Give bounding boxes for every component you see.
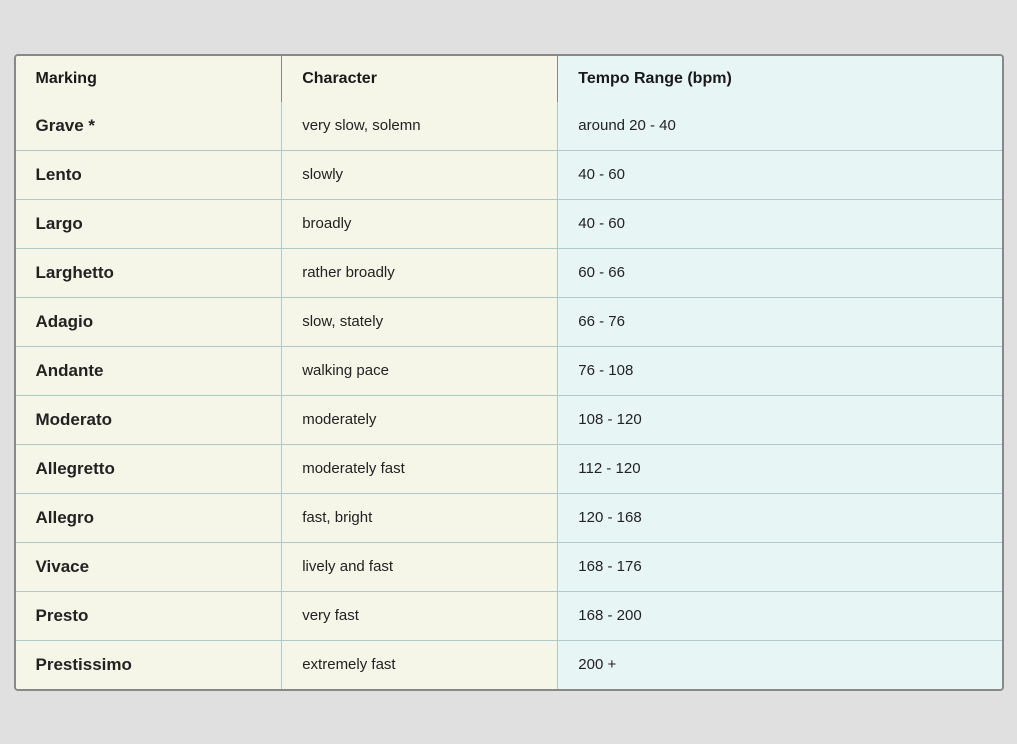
tempo-table-wrapper: Marking Character Tempo Range (bpm) Grav… — [14, 54, 1004, 691]
table-row: Vivace lively and fast168 - 176 — [16, 542, 1002, 591]
marking-label: Largo — [36, 214, 83, 233]
table-row: Presto very fast168 - 200 — [16, 591, 1002, 640]
cell-character: fast, bright — [282, 493, 558, 542]
marking-label: Presto — [36, 606, 89, 625]
cell-character: rather broadly — [282, 248, 558, 297]
cell-marking: Allegro — [16, 493, 282, 542]
marking-label: Larghetto — [36, 263, 114, 282]
table-row: Largo broadly40 - 60 — [16, 199, 1002, 248]
table-row: Prestissimo extremely fast200 + — [16, 640, 1002, 689]
table-row: Adagio slow, stately66 - 76 — [16, 297, 1002, 346]
cell-marking: Presto — [16, 591, 282, 640]
cell-marking: Largo — [16, 199, 282, 248]
marking-label: Andante — [36, 361, 104, 380]
cell-character: very slow, solemn — [282, 102, 558, 151]
marking-label: Lento — [36, 165, 82, 184]
cell-character: lively and fast — [282, 542, 558, 591]
table-row: Moderato moderately108 - 120 — [16, 395, 1002, 444]
marking-label: Grave * — [36, 116, 96, 135]
table-header-row: Marking Character Tempo Range (bpm) — [16, 56, 1002, 102]
cell-character: very fast — [282, 591, 558, 640]
cell-character: slow, stately — [282, 297, 558, 346]
cell-marking: Moderato — [16, 395, 282, 444]
table-row: Andante walking pace76 - 108 — [16, 346, 1002, 395]
cell-tempo: 168 - 176 — [558, 542, 1002, 591]
marking-label: Vivace — [36, 557, 90, 576]
cell-tempo: 108 - 120 — [558, 395, 1002, 444]
cell-tempo: 66 - 76 — [558, 297, 1002, 346]
cell-character: moderately fast — [282, 444, 558, 493]
tempo-table: Marking Character Tempo Range (bpm) Grav… — [16, 56, 1002, 689]
header-tempo: Tempo Range (bpm) — [558, 56, 1002, 102]
cell-marking: Allegretto — [16, 444, 282, 493]
header-marking: Marking — [16, 56, 282, 102]
cell-character: broadly — [282, 199, 558, 248]
marking-label: Allegro — [36, 508, 95, 527]
cell-tempo: 200 + — [558, 640, 1002, 689]
cell-marking: Grave * — [16, 102, 282, 151]
cell-character: walking pace — [282, 346, 558, 395]
cell-marking: Prestissimo — [16, 640, 282, 689]
cell-marking: Larghetto — [16, 248, 282, 297]
cell-marking: Andante — [16, 346, 282, 395]
marking-label: Allegretto — [36, 459, 115, 478]
cell-tempo: 112 - 120 — [558, 444, 1002, 493]
table-row: Allegretto moderately fast112 - 120 — [16, 444, 1002, 493]
cell-tempo: 40 - 60 — [558, 199, 1002, 248]
cell-marking: Vivace — [16, 542, 282, 591]
marking-label: Prestissimo — [36, 655, 132, 674]
table-row: Grave * very slow, solemnaround 20 - 40 — [16, 102, 1002, 151]
table-row: Larghetto rather broadly60 - 66 — [16, 248, 1002, 297]
cell-character: moderately — [282, 395, 558, 444]
cell-tempo: 40 - 60 — [558, 150, 1002, 199]
cell-tempo: 168 - 200 — [558, 591, 1002, 640]
table-row: Allegro fast, bright120 - 168 — [16, 493, 1002, 542]
cell-tempo: around 20 - 40 — [558, 102, 1002, 151]
table-row: Lento slowly40 - 60 — [16, 150, 1002, 199]
cell-marking: Adagio — [16, 297, 282, 346]
cell-character: extremely fast — [282, 640, 558, 689]
cell-tempo: 60 - 66 — [558, 248, 1002, 297]
cell-marking: Lento — [16, 150, 282, 199]
marking-label: Adagio — [36, 312, 94, 331]
cell-tempo: 76 - 108 — [558, 346, 1002, 395]
cell-tempo: 120 - 168 — [558, 493, 1002, 542]
cell-character: slowly — [282, 150, 558, 199]
header-character: Character — [282, 56, 558, 102]
marking-label: Moderato — [36, 410, 113, 429]
